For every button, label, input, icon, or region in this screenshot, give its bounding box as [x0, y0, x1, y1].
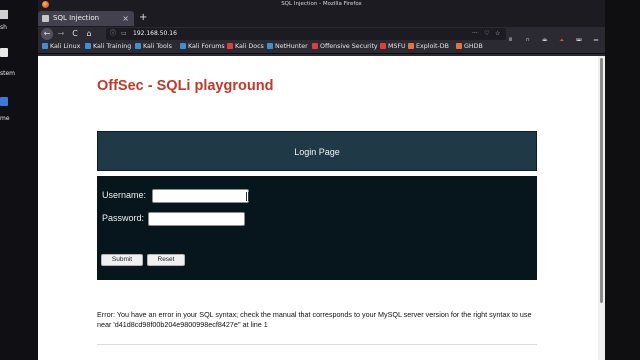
tab-sql-injection[interactable]: SQL Injection × [38, 11, 134, 26]
desktop: sh stem me [0, 0, 38, 360]
sql-error-message: Error: You have an error in your SQL syn… [97, 310, 532, 329]
username-label: Username: [102, 190, 147, 200]
desktop-item-label: sh [0, 24, 7, 31]
tab-bar: SQL Injection × + [38, 9, 605, 27]
back-button[interactable]: ← [41, 28, 53, 40]
page-scrollbar[interactable] [598, 56, 605, 360]
desktop-folder-icon[interactable] [0, 10, 8, 19]
bookmark-kali-training[interactable]: Kali Training [85, 41, 131, 53]
bookmark-label: Kali Docs [235, 43, 264, 50]
desktop-file-icon[interactable] [0, 48, 8, 57]
login-header: Login Page [97, 131, 537, 171]
bookmark-label: NetHunter [275, 43, 308, 50]
bookmark-label: Exploit-DB [416, 43, 449, 50]
offsec-icon [380, 43, 386, 49]
firefox-icon [42, 1, 49, 8]
reload-button[interactable]: C [69, 28, 81, 40]
bookmark-label: MSFU [388, 43, 406, 50]
home-button[interactable]: ⌂ [83, 28, 95, 40]
ghdb-icon [456, 43, 462, 49]
kali-icon [180, 43, 186, 49]
more-icon[interactable]: ··· [472, 30, 478, 38]
window-title: SQL Injection - Mozilla Firefox [281, 1, 362, 7]
nav-bar: ← → C ⌂ ⓘ ▭ 192.168.50.16 ··· ♡ ☆ ⫼ ▯ ◉ … [38, 27, 605, 45]
text-cursor-icon [246, 192, 249, 201]
url-bar[interactable]: ⓘ ▭ 192.168.50.16 ··· ♡ ☆ [106, 28, 506, 40]
nethunter-icon [267, 43, 273, 49]
close-icon[interactable]: × [122, 11, 129, 26]
page-title: OffSec - SQLi playground [97, 78, 274, 94]
bookmark-label: GHDB [464, 43, 483, 50]
bookmark-label: Offensive Security [320, 43, 378, 50]
forward-button[interactable]: → [55, 28, 67, 40]
submit-button[interactable]: Submit [101, 254, 143, 266]
bookmark-kali-docs[interactable]: Kali Docs [227, 41, 264, 53]
bookmark-nethunter[interactable]: NetHunter [267, 41, 308, 53]
bookmark-msfu[interactable]: MSFU [380, 41, 406, 53]
username-input[interactable] [152, 189, 249, 203]
desktop-item-label: me [0, 115, 10, 122]
divider [97, 344, 537, 345]
new-tab-button[interactable]: + [139, 11, 147, 25]
page-icon: ▭ [121, 30, 127, 37]
tab-label: SQL Injection [53, 14, 100, 22]
bookmark-offensive-security[interactable]: Offensive Security [312, 41, 378, 53]
bookmark-kali-forums[interactable]: Kali Forums [180, 41, 225, 53]
bookmark-label: Kali Forums [188, 43, 225, 50]
kali-icon [227, 43, 233, 49]
desktop-item-label: stem [0, 70, 16, 77]
exploit-db-icon [408, 43, 414, 49]
bookmark-label: Kali Training [93, 43, 132, 50]
offsec-icon [312, 43, 318, 49]
scrollbar-thumb[interactable] [600, 58, 603, 303]
bookmark-star-icon[interactable]: ☆ [495, 30, 500, 38]
kali-icon [85, 43, 91, 49]
bookmark-label: Kali Tools [143, 43, 172, 50]
kali-icon [42, 43, 48, 49]
url-text[interactable]: 192.168.50.16 [133, 28, 177, 40]
bookmarks-toolbar: Kali Linux Kali Training Kali Tools Kali… [38, 41, 605, 54]
kali-icon [135, 43, 141, 49]
pocket-icon[interactable]: ♡ [484, 30, 489, 38]
desktop-home-icon[interactable] [0, 97, 8, 106]
bookmark-kali-tools[interactable]: Kali Tools [135, 41, 172, 53]
password-label: Password: [102, 213, 145, 223]
password-input[interactable] [148, 212, 245, 226]
title-bar: SQL Injection - Mozilla Firefox [38, 0, 605, 9]
login-form: Username: Password: Submit Reset [97, 176, 537, 280]
reset-button[interactable]: Reset [147, 254, 185, 266]
bookmark-label: Kali Linux [50, 43, 81, 50]
bookmark-exploit-db[interactable]: Exploit-DB [408, 41, 449, 53]
bookmark-kali-linux[interactable]: Kali Linux [42, 41, 80, 53]
bookmark-ghdb[interactable]: GHDB [456, 41, 483, 53]
tab-favicon-icon [42, 15, 49, 22]
web-page: OffSec - SQLi playground Login Page User… [38, 56, 598, 360]
info-icon[interactable]: ⓘ [110, 30, 116, 38]
desktop-right-edge [605, 0, 640, 360]
